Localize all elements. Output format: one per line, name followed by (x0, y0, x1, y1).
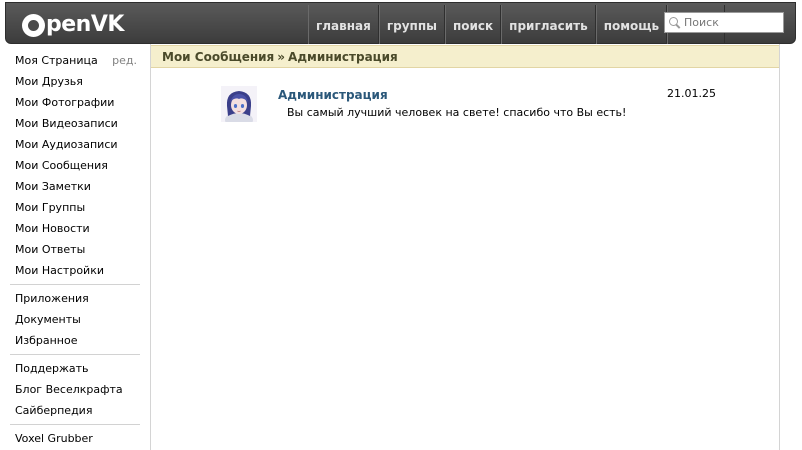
sidebar-divider (10, 354, 140, 355)
search-box[interactable] (664, 12, 784, 33)
breadcrumb-separator: » (277, 49, 286, 64)
sidebar-item-label: Избранное (15, 334, 78, 347)
sidebar-item-blog[interactable]: Блог Веселкрафта (0, 379, 150, 400)
sidebar-item-support[interactable]: Поддержать (0, 358, 150, 379)
sidebar-item-label: Мои Друзья (15, 75, 83, 88)
sidebar-item-label: Мои Аудиозаписи (15, 138, 118, 151)
logo[interactable]: penVK (22, 12, 124, 38)
sidebar-item-replies[interactable]: Мои Ответы (0, 239, 150, 260)
edit-link[interactable]: ред. (112, 54, 137, 67)
nav-search[interactable]: поиск (444, 5, 502, 47)
sidebar-item-label: Мои Сообщения (15, 159, 108, 172)
nav-groups[interactable]: группы (378, 5, 445, 47)
main-content: Мои Сообщения » Администрация Администра… (150, 44, 780, 450)
sidebar-item-label: Мои Ответы (15, 243, 86, 256)
sidebar-item-label: Мои Видеозаписи (15, 117, 118, 130)
sidebar-item-apps[interactable]: Приложения (0, 288, 150, 309)
nav-invite[interactable]: пригласить (501, 5, 596, 47)
logo-o-icon (22, 13, 45, 37)
sidebar-item-photos[interactable]: Мои Фотографии (0, 92, 150, 113)
message-author-link[interactable]: Администрация (278, 88, 388, 102)
sidebar-item-notes[interactable]: Мои Заметки (0, 176, 150, 197)
sidebar-item-label: Мои Новости (15, 222, 90, 235)
anime-avatar-icon (221, 86, 257, 122)
sidebar-item-my-page[interactable]: Моя Страница ред. (0, 50, 150, 71)
nav-help[interactable]: помощь (595, 5, 668, 47)
avatar[interactable] (221, 86, 257, 122)
search-input[interactable] (684, 16, 782, 29)
sidebar-item-label: Мои Заметки (15, 180, 91, 193)
message-text[interactable]: Вы самый лучший человек на свете! спасиб… (287, 106, 626, 119)
sidebar-item-favorites[interactable]: Избранное (0, 330, 150, 351)
sidebar-item-label: Voxel Grubber (15, 432, 93, 445)
sidebar-item-label: Моя Страница (15, 54, 98, 67)
sidebar-item-label: Приложения (15, 292, 89, 305)
sidebar-item-label: Блог Веселкрафта (15, 383, 123, 396)
sidebar: Моя Страница ред. Мои Друзья Мои Фотогра… (0, 50, 150, 449)
sidebar-item-groups[interactable]: Мои Группы (0, 197, 150, 218)
sidebar-divider (10, 424, 140, 425)
sidebar-divider (10, 284, 140, 285)
sidebar-item-label: Мои Настройки (15, 264, 104, 277)
sidebar-item-news[interactable]: Мои Новости (0, 218, 150, 239)
sidebar-item-audio[interactable]: Мои Аудиозаписи (0, 134, 150, 155)
sidebar-item-friends[interactable]: Мои Друзья (0, 71, 150, 92)
sidebar-item-label: Документы (15, 313, 81, 326)
sidebar-item-videos[interactable]: Мои Видеозаписи (0, 113, 150, 134)
sidebar-item-voxel-grubber[interactable]: Voxel Grubber (0, 428, 150, 449)
nav-home[interactable]: главная (308, 5, 379, 47)
sidebar-item-label: Мои Фотографии (15, 96, 115, 109)
sidebar-item-label: Сайберпедия (15, 404, 93, 417)
sidebar-item-settings[interactable]: Мои Настройки (0, 260, 150, 281)
breadcrumb-parent-link[interactable]: Мои Сообщения (162, 50, 274, 64)
breadcrumb: Мои Сообщения » Администрация (151, 45, 779, 68)
sidebar-item-wiki[interactable]: Сайберпедия (0, 400, 150, 421)
header: penVK главная группы поиск пригласить по… (0, 0, 802, 47)
message-item[interactable]: Администрация 21.01.25 Вы самый лучший ч… (221, 86, 716, 126)
top-nav: главная группы поиск пригласить помощь в… (308, 5, 726, 47)
breadcrumb-current: Администрация (288, 49, 398, 64)
sidebar-item-messages[interactable]: Мои Сообщения (0, 155, 150, 176)
sidebar-item-documents[interactable]: Документы (0, 309, 150, 330)
message-date: 21.01.25 (667, 87, 716, 100)
logo-text: penVK (46, 12, 124, 37)
sidebar-item-label: Мои Группы (15, 201, 86, 214)
search-icon (669, 17, 680, 28)
sidebar-item-label: Поддержать (15, 362, 89, 375)
